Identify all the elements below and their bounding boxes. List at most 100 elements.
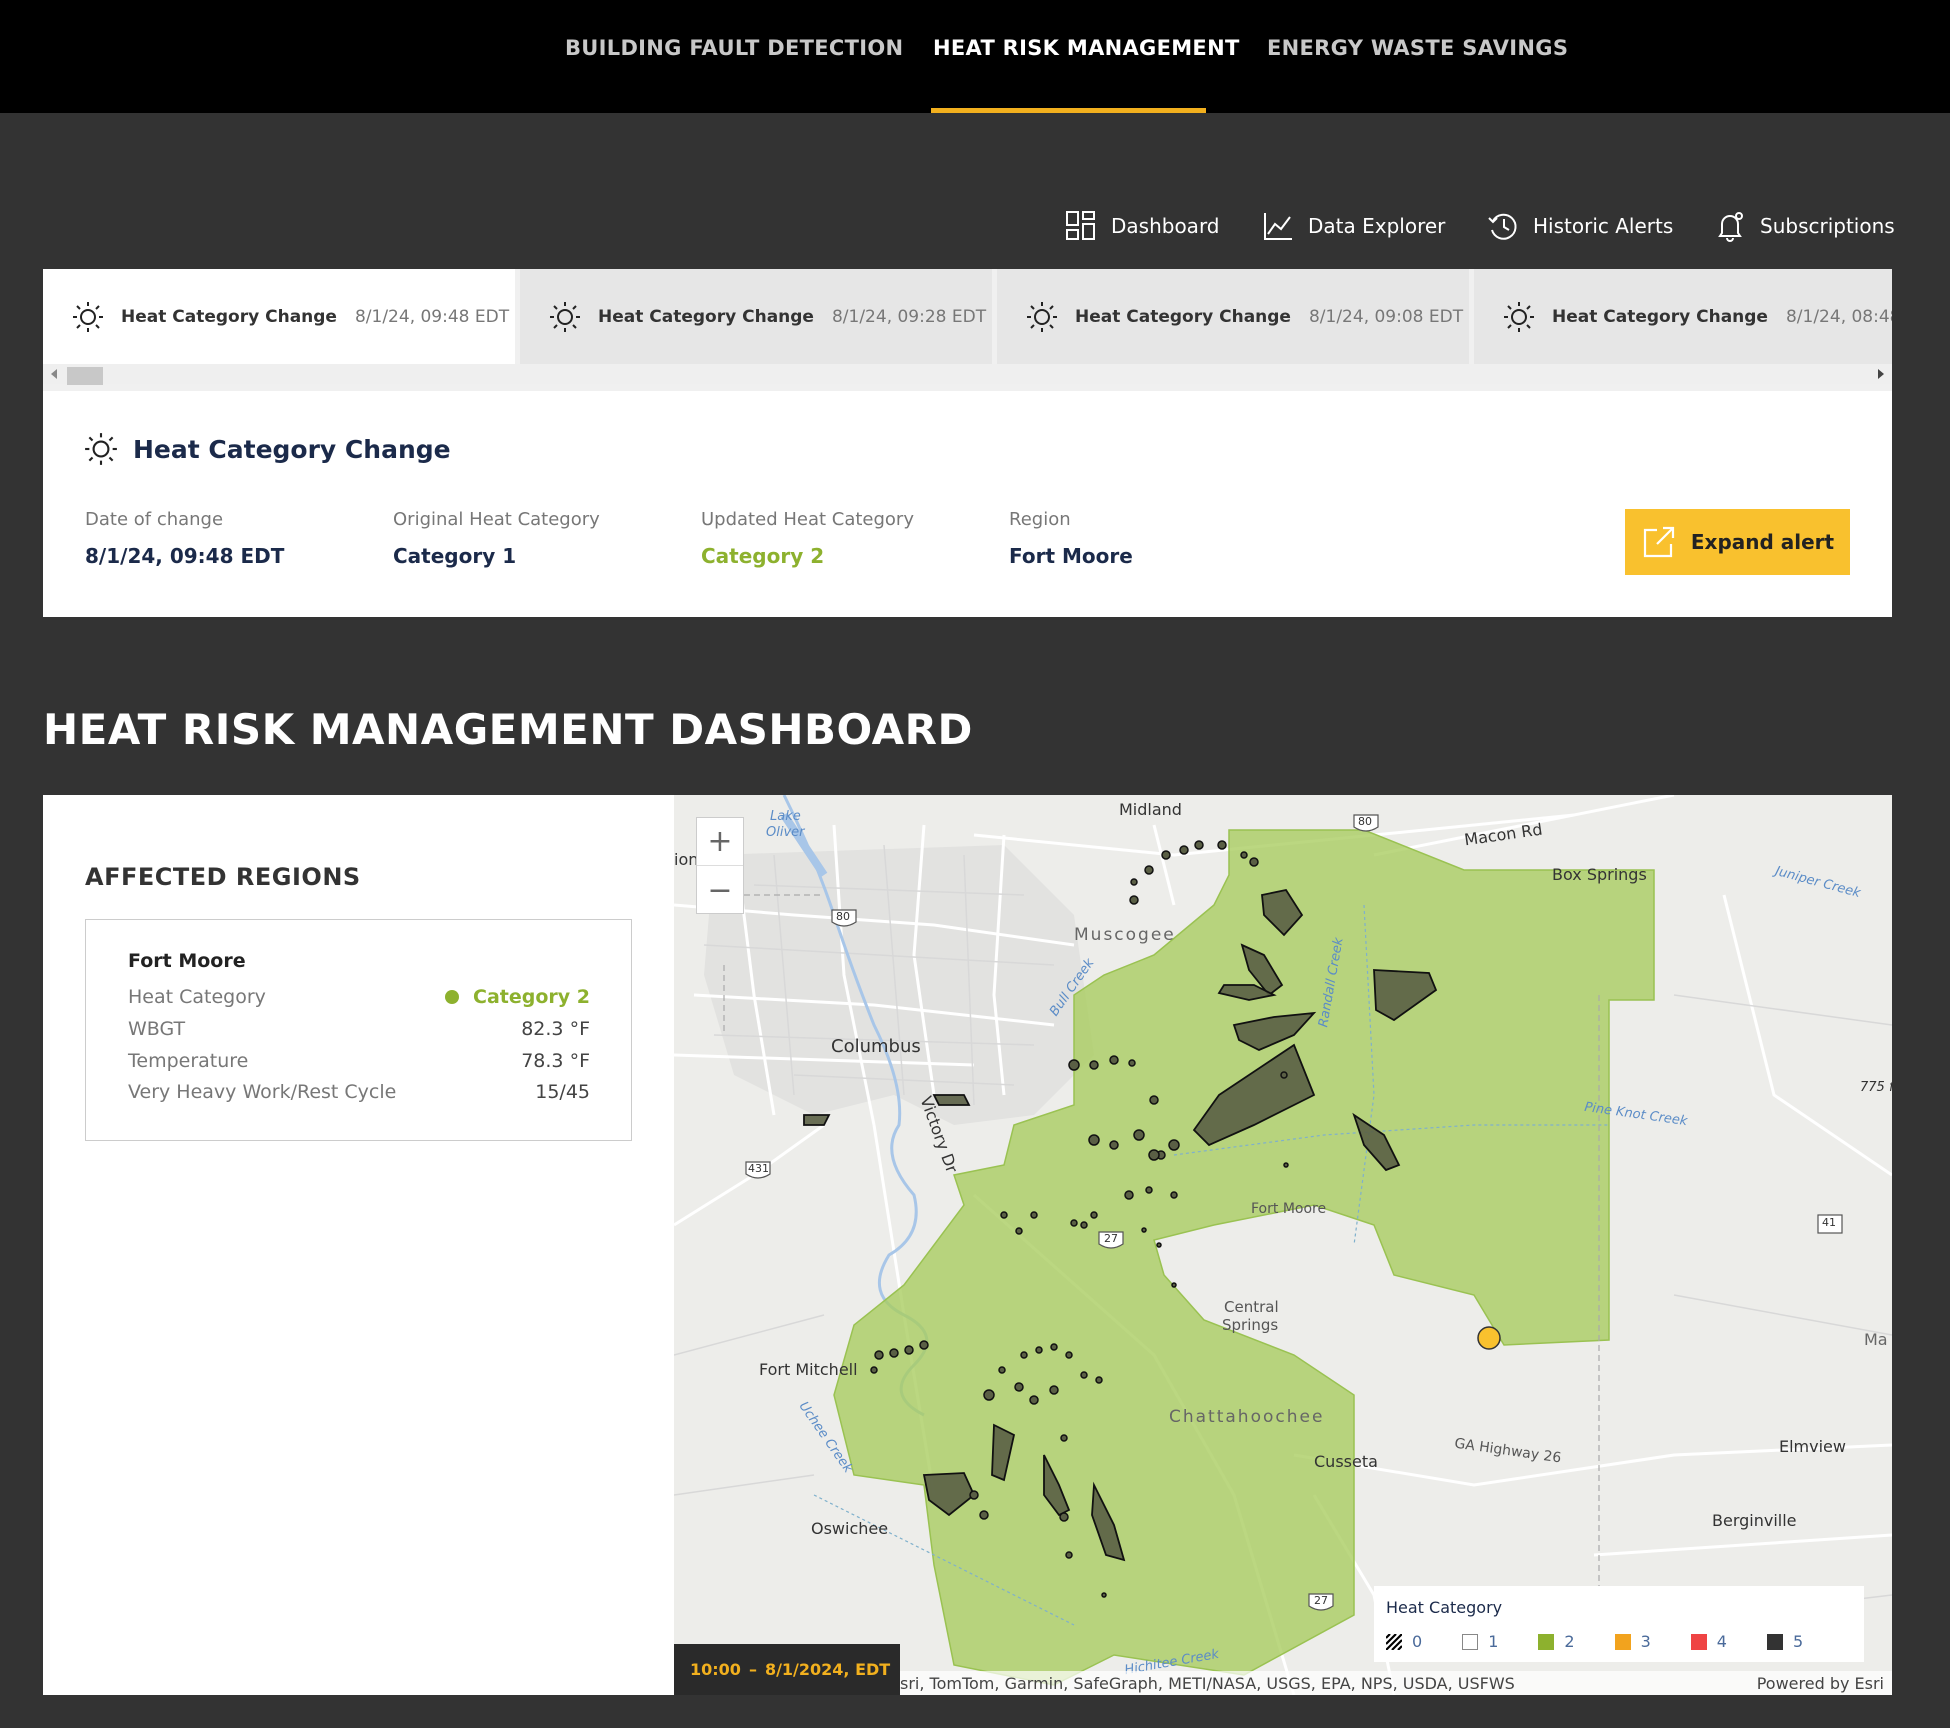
tab-energy-waste-savings[interactable]: ENERGY WASTE SAVINGS [1267,36,1568,60]
region-row-work-rest-cycle: Very Heavy Work/Rest Cycle 15/45 [128,1081,590,1103]
field-label: Original Heat Category [393,509,600,530]
map-label-central-springs-2: Springs [1222,1316,1279,1334]
sun-icon [73,301,103,332]
powered-by-esri[interactable]: Powered by Esri [1757,1674,1884,1693]
alert-tab-4[interactable]: Heat Category Change 8/1/24, 08:48 EDT [1474,269,1892,364]
field-value: 8/1/24, 09:48 EDT [85,544,285,568]
legend-label: 3 [1640,1632,1651,1651]
route-shield-431: 431 [748,1162,769,1175]
map-label-fort-moore: Fort Moore [1251,1201,1327,1217]
sun-icon [1504,301,1534,332]
tab-heat-risk-management[interactable]: HEAT RISK MANAGEMENT [933,36,1240,60]
alert-tab-3[interactable]: Heat Category Change 8/1/24, 09:08 EDT [997,269,1469,364]
legend-label: 0 [1412,1632,1423,1651]
category-dot [445,990,460,1004]
map-label-elevation: 775 f [1860,1080,1892,1095]
timestamp-time: 10:00 [690,1660,741,1679]
subnav-historic-alerts-label: Historic Alerts [1533,214,1674,238]
dashboard-title: HEAT RISK MANAGEMENT DASHBOARD [43,705,973,754]
zoom-out-button[interactable]: − [697,866,743,914]
field-date-of-change: Date of change 8/1/24, 09:48 EDT [85,509,284,568]
affected-regions-panel: AFFECTED REGIONS Fort Moore Heat Categor… [43,795,674,1695]
map-attribution: sri, TomTom, Garmin, SafeGraph, METI/NAS… [900,1671,1892,1695]
scroll-right-arrow-icon[interactable] [1878,369,1884,379]
top-nav: BUILDING FAULT DETECTION HEAT RISK MANAG… [0,0,1950,113]
zoom-in-button[interactable]: + [697,818,743,866]
legend-title: Heat Category [1386,1598,1503,1617]
alert-tabs-strip: Heat Category Change 8/1/24, 09:48 EDT H… [43,269,1892,391]
legend-label: 2 [1564,1632,1575,1651]
sun-icon [550,301,580,332]
sun-icon [1027,301,1057,332]
map-label-box-springs: Box Springs [1552,865,1647,884]
subnav-historic-alerts[interactable]: Historic Alerts [1487,208,1673,244]
field-region: Region Fort Moore [1009,509,1133,568]
map-legend: Heat Category 0 1 2 3 4 5 [1374,1586,1864,1662]
external-link-icon [1643,526,1674,558]
legend-swatch [1690,1633,1707,1650]
alert-tab-title: Heat Category Change [121,306,337,327]
heat-map[interactable]: Midland Macon Rd Box Springs Juniper Cre… [674,795,1892,1695]
tab-building-fault-detection[interactable]: BUILDING FAULT DETECTION [565,36,903,60]
scrollbar-thumb[interactable] [67,367,103,385]
route-shield-41: 41 [1822,1216,1836,1229]
subnav-data-explorer-label: Data Explorer [1308,214,1446,238]
route-shield-80: 80 [1358,815,1372,828]
row-value: 78.3 °F [521,1050,590,1072]
row-value: 15/45 [535,1081,590,1103]
field-label: Region [1009,509,1071,530]
alert-detail-header: Heat Category Change [83,431,451,467]
field-updated-heat-category: Updated Heat Category Category 2 [701,509,914,568]
field-value: Category 2 [701,544,825,568]
legend-items: 0 1 2 3 4 5 [1386,1632,1843,1651]
route-shield-80: 80 [836,910,850,923]
alert-tab-title: Heat Category Change [1552,306,1768,327]
legend-swatch [1614,1633,1631,1650]
legend-item-0: 0 [1386,1632,1422,1651]
region-card[interactable]: Fort Moore Heat Category Category 2 WBGT… [85,919,632,1141]
location-marker [1477,1326,1501,1350]
map-label-fort-mitchell: Fort Mitchell [759,1360,858,1379]
alert-tab-1[interactable]: Heat Category Change 8/1/24, 09:48 EDT [43,269,515,364]
map-label-lake-oliver-2: Oliver [766,825,805,840]
legend-item-5: 5 [1766,1632,1803,1651]
map-timestamp: 10:00 – 8/1/2024, EDT [674,1644,900,1695]
field-value: Fort Moore [1009,544,1133,568]
field-value: Category 1 [393,544,517,568]
legend-item-3: 3 [1614,1632,1651,1651]
alert-tab-time: 8/1/24, 09:08 EDT [1308,306,1464,327]
map-label-oswichee: Oswichee [811,1519,889,1538]
dashboard-grid-icon [1066,211,1095,240]
legend-label: 4 [1716,1632,1727,1651]
region-name: Fort Moore [128,950,246,972]
subnav-dashboard-label: Dashboard [1111,214,1220,238]
subnav-subscriptions-label: Subscriptions [1760,214,1895,238]
region-row-temperature: Temperature 78.3 °F [128,1050,590,1072]
subnav-subscriptions[interactable]: Subscriptions [1714,208,1895,244]
legend-swatch [1538,1633,1555,1650]
subnav-data-explorer[interactable]: Data Explorer [1262,208,1445,244]
alert-tabs-scrollbar[interactable] [43,364,1892,385]
map-label-central-springs-1: Central [1224,1298,1279,1316]
subnav-dashboard[interactable]: Dashboard [1065,208,1220,244]
alert-tab-title: Heat Category Change [598,306,814,327]
alert-tab-time: 8/1/24, 09:48 EDT [354,306,510,327]
history-icon [1488,213,1517,240]
route-shield-27: 27 [1314,1594,1328,1607]
scroll-left-arrow-icon[interactable] [51,369,57,379]
attribution-text: sri, TomTom, Garmin, SafeGraph, METI/NAS… [900,1673,1515,1693]
row-value: 82.3 °F [521,1018,590,1040]
legend-swatch [1462,1633,1479,1650]
alert-tab-time: 8/1/24, 08:48 EDT [1785,306,1892,327]
timestamp-date: 8/1/2024, EDT [764,1660,891,1679]
expand-alert-button[interactable]: Expand alert [1625,509,1850,575]
sun-icon [85,433,117,465]
row-label: WBGT [128,1018,186,1040]
alert-tab-title: Heat Category Change [1075,306,1291,327]
alert-tab-2[interactable]: Heat Category Change 8/1/24, 09:28 EDT [520,269,992,364]
legend-item-2: 2 [1538,1632,1575,1651]
map-label-elmview: Elmview [1779,1437,1846,1456]
alert-detail-panel: Heat Category Change Date of change 8/1/… [43,391,1892,617]
map-label-berginville: Berginville [1712,1511,1797,1530]
timestamp-separator: – [748,1660,757,1679]
